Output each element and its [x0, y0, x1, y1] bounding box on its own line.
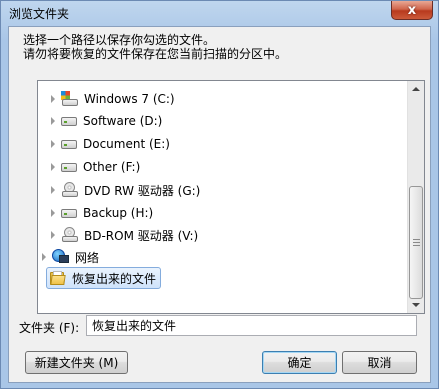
instruction-line-1: 选择一个路径以保存你勾选的文件。: [23, 33, 216, 47]
vertical-scrollbar[interactable]: [407, 81, 424, 313]
dvd-drive-icon: [61, 182, 79, 198]
drive-icon: [61, 139, 77, 149]
drive-icon: [61, 208, 77, 218]
grip-line: [413, 239, 420, 240]
cancel-button[interactable]: 取消: [342, 351, 417, 374]
folder-icon: [50, 271, 66, 285]
folder-name-input[interactable]: [86, 315, 417, 336]
tree-item-label: 恢复出来的文件: [72, 271, 157, 286]
tree-item-label: DVD RW 驱动器 (G:): [84, 183, 201, 198]
drive-icon: [61, 162, 77, 172]
scroll-up-arrow-icon[interactable]: [412, 87, 420, 91]
tree-item-drive-g[interactable]: DVD RW 驱动器 (G:): [51, 179, 200, 201]
folder-field-label: 文件夹 (F):: [19, 321, 80, 335]
expand-arrow-icon[interactable]: [51, 117, 55, 125]
window-title: 浏览文件夹: [9, 7, 70, 21]
folder-tree[interactable]: Windows 7 (C:) Software (D:) Document (E…: [37, 80, 425, 314]
expand-arrow-icon[interactable]: [42, 253, 46, 261]
drive-icon: [61, 116, 77, 126]
expand-arrow-icon[interactable]: [51, 186, 55, 194]
tree-item-drive-h[interactable]: Backup (H:): [51, 202, 153, 224]
expand-arrow-icon[interactable]: [51, 163, 55, 171]
close-button[interactable]: x: [391, 1, 433, 20]
tree-item-label: 网络: [75, 250, 100, 265]
tree-item-label: Document (E:): [83, 137, 170, 151]
browse-folder-dialog: 浏览文件夹 x 选择一个路径以保存你勾选的文件。 请勿将要恢复的文件保存在您当前…: [0, 0, 439, 389]
tree-item-label: Software (D:): [83, 114, 163, 128]
grip-line: [413, 245, 420, 246]
tree-item-label: Windows 7 (C:): [84, 92, 175, 106]
ok-button[interactable]: 确定: [262, 351, 337, 374]
expand-arrow-icon[interactable]: [51, 231, 55, 239]
tree-item-drive-d[interactable]: Software (D:): [51, 110, 162, 132]
instruction-line-2: 请勿将要恢复的文件保存在您当前扫描的分区中。: [23, 47, 288, 61]
instruction-text: 选择一个路径以保存你勾选的文件。 请勿将要恢复的文件保存在您当前扫描的分区中。: [23, 33, 287, 61]
tree-item-drive-e[interactable]: Document (E:): [51, 133, 170, 155]
network-icon: [52, 249, 70, 265]
dialog-body: 选择一个路径以保存你勾选的文件。 请勿将要恢复的文件保存在您当前扫描的分区中。 …: [8, 26, 431, 383]
new-folder-button[interactable]: 新建文件夹 (M): [25, 351, 128, 374]
expand-arrow-icon[interactable]: [51, 140, 55, 148]
scrollbar-thumb[interactable]: [409, 186, 423, 299]
title-bar[interactable]: 浏览文件夹 x: [1, 1, 438, 25]
grip-line: [413, 242, 420, 243]
tree-item-label: Backup (H:): [83, 206, 154, 220]
scroll-down-arrow-icon[interactable]: [412, 303, 420, 307]
tree-item-label: BD-ROM 驱动器 (V:): [84, 228, 199, 243]
expand-arrow-icon[interactable]: [51, 95, 55, 103]
dvd-drive-icon: [61, 227, 79, 243]
tree-item-selected-folder[interactable]: 恢复出来的文件: [46, 267, 162, 289]
tree-item-drive-f[interactable]: Other (F:): [51, 156, 140, 178]
tree-item-network[interactable]: 网络: [42, 246, 99, 268]
close-icon: x: [407, 2, 417, 18]
tree-item-drive-c[interactable]: Windows 7 (C:): [51, 88, 175, 110]
tree-item-label: Other (F:): [83, 160, 141, 174]
tree-item-drive-v[interactable]: BD-ROM 驱动器 (V:): [51, 224, 198, 246]
system-drive-icon: [61, 91, 79, 107]
expand-arrow-icon[interactable]: [51, 209, 55, 217]
